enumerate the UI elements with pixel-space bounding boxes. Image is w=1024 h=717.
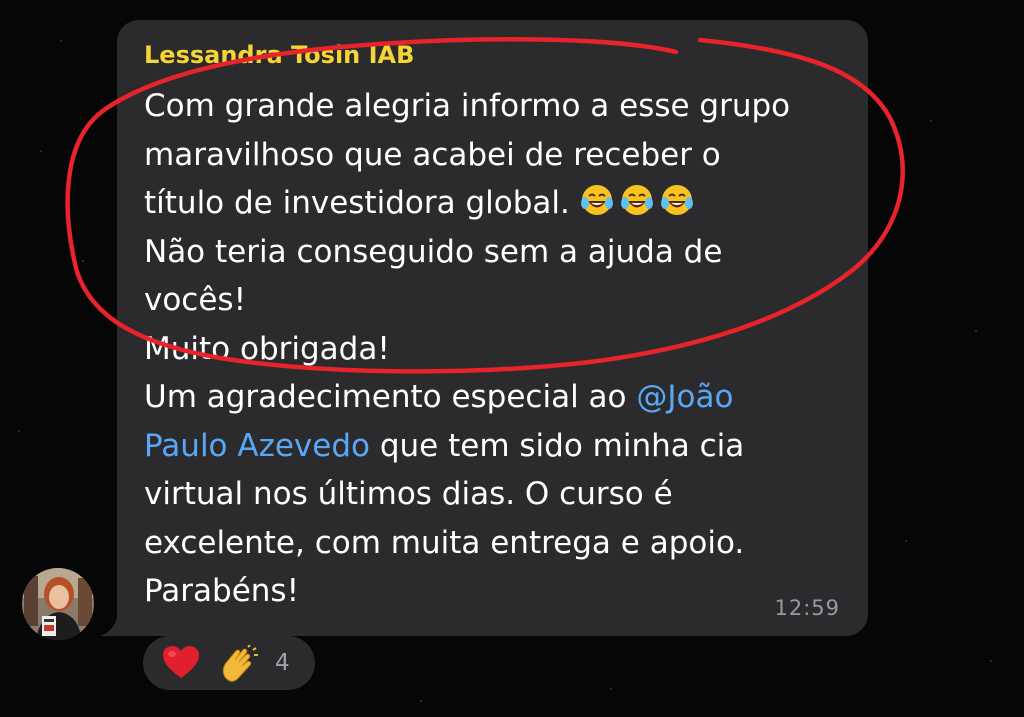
background-speck xyxy=(905,540,907,542)
background-speck xyxy=(82,260,84,262)
message-text: Com grande alegria informo a esse grupo … xyxy=(144,82,854,616)
avatar-photo-icon xyxy=(22,568,94,640)
message-line: excelente, com muita entrega e apoio. xyxy=(144,524,745,561)
chat-screen: Lessandra Tosin IAB Com grande alegria i… xyxy=(0,0,1024,717)
sender-avatar[interactable] xyxy=(22,568,94,640)
message-line: Com grande alegria informo a esse grupo xyxy=(144,88,791,124)
message-bubble[interactable]: Lessandra Tosin IAB Com grande alegria i… xyxy=(117,20,868,636)
background-speck xyxy=(420,700,422,702)
message-line-with-emojis: título de investidora global. xyxy=(144,179,854,228)
background-speck xyxy=(990,660,992,662)
background-speck xyxy=(40,150,42,152)
user-mention-link[interactable]: @João xyxy=(636,379,733,415)
message-line: Não teria conseguido sem a ajuda de xyxy=(144,233,723,270)
background-speck xyxy=(60,40,62,42)
message-line-text: Um agradecimento especial ao xyxy=(144,379,637,415)
face-with-tears-of-joy-icon xyxy=(580,185,613,215)
message-line-with-mention: Paulo Azevedo que tem sido minha cia xyxy=(144,422,854,471)
message-line: Muito obrigada! xyxy=(144,330,390,367)
user-mention-link[interactable]: Paulo Azevedo xyxy=(144,428,370,464)
background-speck xyxy=(18,430,20,432)
message-line: vocês! xyxy=(144,282,247,318)
message-line: maravilhoso que acabei de receber o xyxy=(144,136,721,173)
reactions-pill[interactable]: 4 xyxy=(143,636,315,690)
background-speck xyxy=(610,688,612,690)
message-line-text: que tem sido minha cia xyxy=(370,427,745,464)
red-heart-icon xyxy=(163,646,199,678)
face-with-tears-of-joy-icon xyxy=(660,185,693,215)
background-speck xyxy=(930,120,932,122)
reaction-count: 4 xyxy=(275,650,290,676)
message-line-with-mention: Um agradecimento especial ao @João xyxy=(144,373,854,422)
message-line: Parabéns! xyxy=(144,573,300,609)
message-line: virtual nos últimos dias. O curso é xyxy=(144,476,673,512)
clapping-hands-icon xyxy=(222,645,258,682)
message-line-text: título de investidora global. xyxy=(144,185,570,221)
message-timestamp: 12:59 xyxy=(774,596,840,620)
sender-name[interactable]: Lessandra Tosin IAB xyxy=(144,41,414,69)
background-speck xyxy=(975,330,977,332)
face-with-tears-of-joy-icon xyxy=(620,185,653,215)
